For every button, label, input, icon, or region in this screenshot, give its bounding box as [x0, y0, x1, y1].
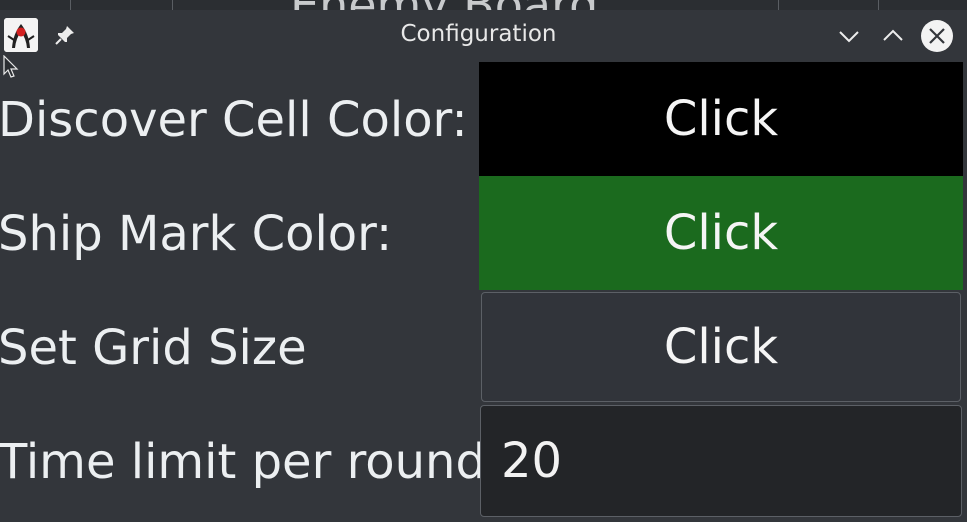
discover-cell-color-label: Discover Cell Color:: [0, 92, 468, 148]
time-limit-input[interactable]: 20: [480, 405, 962, 517]
set-grid-size-label: Set Grid Size: [0, 320, 307, 376]
minimize-button[interactable]: [833, 20, 865, 52]
mouse-pointer-icon: [3, 54, 19, 79]
ship-mark-color-button[interactable]: Click: [479, 176, 963, 290]
background-grid-line: [778, 0, 779, 10]
close-button[interactable]: [921, 20, 953, 52]
set-grid-size-button[interactable]: Click: [481, 292, 961, 402]
background-grid-line: [172, 0, 173, 10]
title-bar[interactable]: Configuration: [0, 10, 967, 62]
window-title: Configuration: [400, 21, 557, 47]
ship-mark-color-label: Ship Mark Color:: [0, 206, 393, 262]
time-limit-label: Time limit per round: [0, 434, 486, 490]
close-icon: [929, 28, 945, 44]
maximize-button[interactable]: [877, 20, 909, 52]
chevron-down-icon: [839, 31, 859, 43]
discover-cell-color-button[interactable]: Click: [479, 62, 963, 176]
background-grid-line: [70, 0, 71, 10]
configuration-dialog: Configuration Discover Cell Color: Click…: [0, 10, 967, 522]
chevron-up-icon: [883, 29, 903, 41]
background-grid-line: [878, 0, 879, 10]
